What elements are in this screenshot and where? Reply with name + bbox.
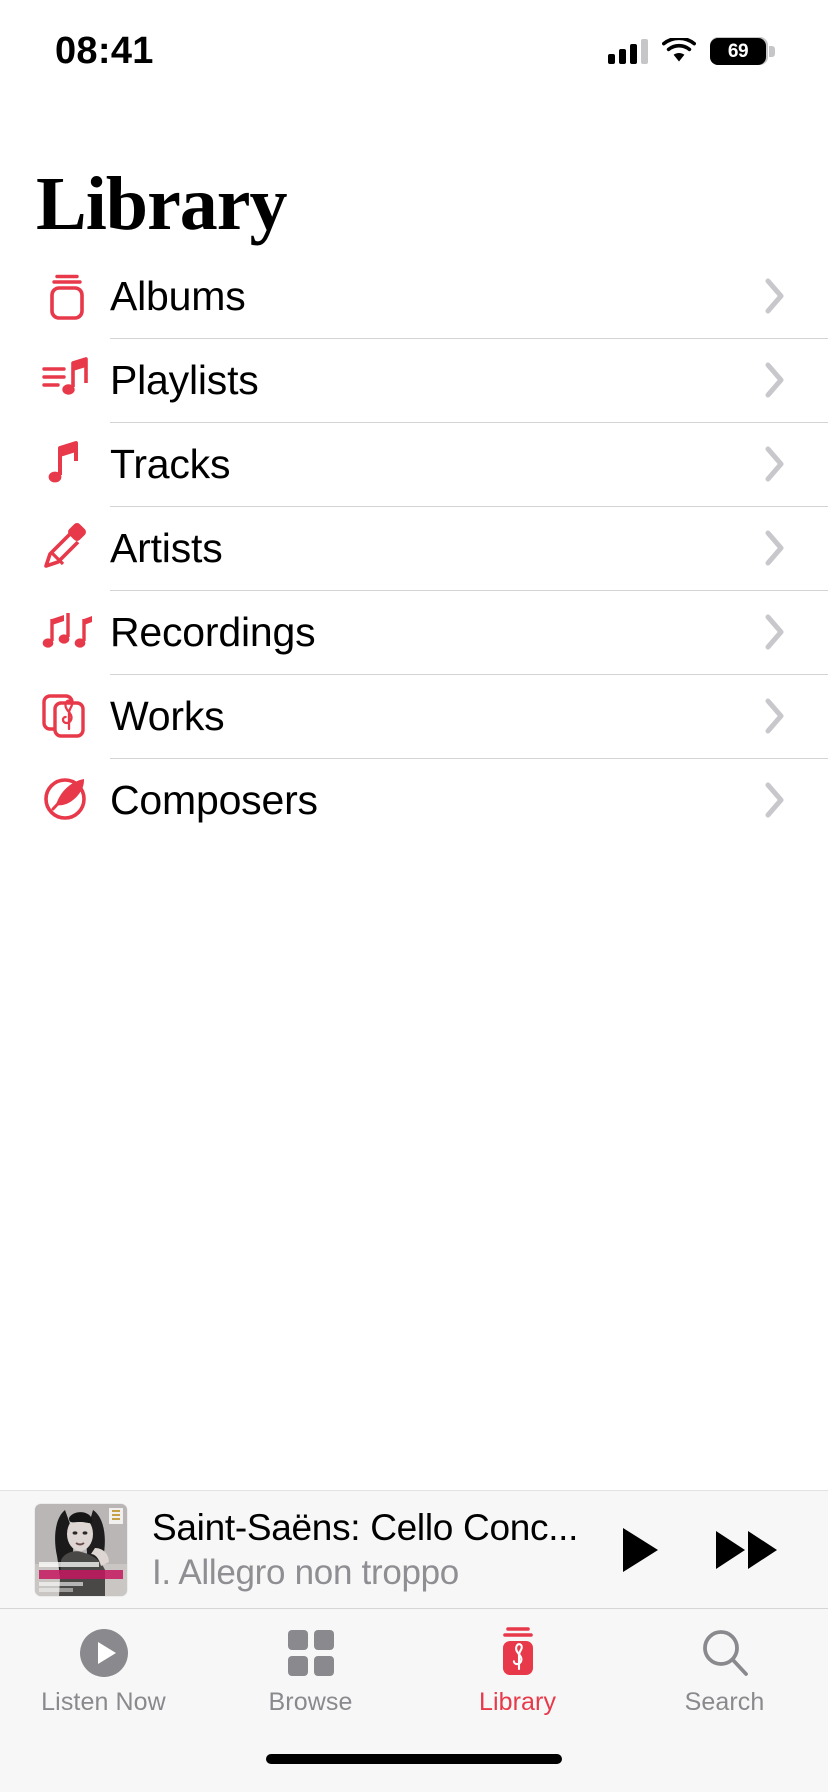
battery-percent-label: 69 [727, 40, 749, 62]
wifi-icon [662, 36, 696, 64]
status-time: 08:41 [55, 29, 154, 72]
tab-label: Browse [268, 1688, 353, 1716]
play-icon[interactable] [618, 1526, 662, 1574]
status-bar: 08:41 69 [0, 0, 828, 96]
cards-treble-clef-icon [36, 689, 110, 743]
home-indicator [266, 1754, 562, 1764]
tab-label: Search [684, 1688, 765, 1716]
page-title: Library [36, 162, 288, 246]
library-row-label: Playlists [110, 356, 259, 403]
now-playing-title: Saint-Saëns: Cello Conc... [152, 1507, 579, 1549]
tab-bar: Listen Now Browse Library Search [0, 1608, 828, 1748]
tab-search[interactable]: Search [621, 1625, 828, 1715]
chevron-right-icon [764, 613, 828, 651]
library-row-label: Tracks [110, 440, 231, 487]
music-note-icon [36, 437, 110, 491]
triple-note-icon [36, 605, 110, 659]
library-row-label: Works [110, 692, 225, 739]
now-playing-subtitle: I. Allegro non troppo [152, 1552, 459, 1592]
library-stack-icon [492, 1625, 544, 1681]
library-list: Albums Playlists Tracks Artists Recordin… [0, 254, 828, 842]
now-playing-controls [592, 1526, 788, 1574]
microphone-icon [36, 521, 110, 575]
library-row-artists[interactable]: Artists [36, 506, 828, 590]
tab-label: Listen Now [41, 1688, 166, 1716]
battery-icon: 69 [710, 37, 775, 65]
library-row-composers[interactable]: Composers [36, 758, 828, 842]
home-indicator-area [0, 1748, 828, 1792]
chevron-right-icon [764, 697, 828, 735]
chevron-right-icon [764, 445, 828, 483]
chevron-right-icon [764, 781, 828, 819]
library-row-label: Recordings [110, 608, 316, 655]
albums-stack-icon [36, 269, 110, 323]
chevron-right-icon [764, 277, 828, 315]
status-indicators: 69 [608, 36, 775, 65]
library-row-label: Composers [110, 776, 318, 823]
cellular-bars-icon [608, 38, 648, 64]
tab-library[interactable]: Library [414, 1625, 621, 1715]
album-artwork [35, 1503, 127, 1596]
chevron-right-icon [764, 529, 828, 567]
library-row-works[interactable]: Works [36, 674, 828, 758]
battery-level: 69 [710, 37, 775, 65]
chevron-right-icon [764, 361, 828, 399]
tab-browse[interactable]: Browse [207, 1625, 414, 1715]
playlist-note-icon [36, 353, 110, 407]
search-icon [699, 1625, 751, 1681]
library-row-albums[interactable]: Albums [36, 254, 828, 338]
quill-circle-icon [36, 773, 110, 827]
tab-listen-now[interactable]: Listen Now [0, 1625, 207, 1715]
play-circle-icon [78, 1625, 130, 1681]
library-row-recordings[interactable]: Recordings [36, 590, 828, 674]
library-row-label: Artists [110, 524, 223, 571]
library-row-tracks[interactable]: Tracks [36, 422, 828, 506]
fast-forward-icon[interactable] [714, 1528, 780, 1572]
grid-squares-icon [286, 1625, 336, 1681]
now-playing-bar[interactable]: Saint-Saëns: Cello Conc... I. Allegro no… [0, 1490, 828, 1608]
tab-label: Library [478, 1688, 557, 1716]
app-root: 08:41 69 Library Albums Playlists Tracks… [0, 0, 828, 1792]
library-row-playlists[interactable]: Playlists [36, 338, 828, 422]
now-playing-text: Saint-Saëns: Cello Conc... I. Allegro no… [127, 1507, 592, 1592]
page-header: Library [0, 96, 828, 254]
library-row-label: Albums [110, 272, 246, 319]
